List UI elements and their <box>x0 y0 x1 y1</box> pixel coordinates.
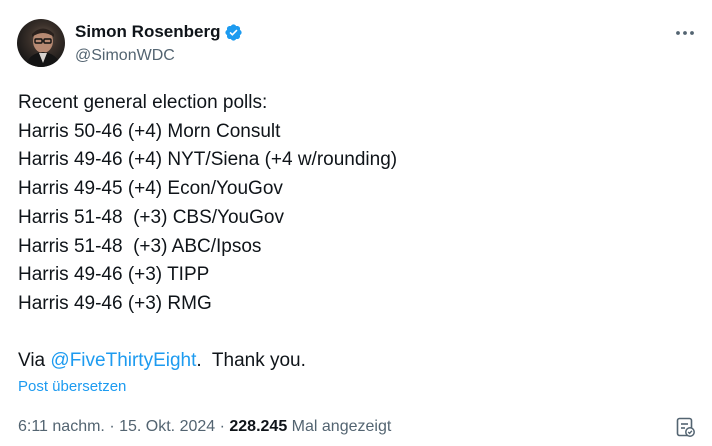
closing-prefix: Via <box>18 350 51 372</box>
display-name[interactable]: Simon Rosenberg <box>75 22 220 42</box>
translate-post-link[interactable]: Post übersetzen <box>18 378 126 395</box>
view-count: 228.245 <box>229 418 288 435</box>
tweet-line: Harris 49-45 (+4) Econ/YouGov <box>18 178 283 200</box>
tweet-line: Harris 49-46 (+4) NYT/Siena (+4 w/roundi… <box>18 149 398 171</box>
tweet-closing-line: Via @FiveThirtyEight. Thank you. <box>18 347 678 376</box>
analytics-button[interactable] <box>674 416 696 438</box>
tweet-text: Recent general election polls: Harris 50… <box>18 89 678 376</box>
tweet-line: Recent general election polls: <box>18 92 268 113</box>
tweet-line: Harris 50-46 (+4) Morn Consult <box>18 120 281 142</box>
tweet-line: Harris 49-46 (+3) RMG <box>18 292 212 314</box>
analytics-icon <box>676 417 695 437</box>
mention-link[interactable]: @FiveThirtyEight <box>50 350 196 371</box>
closing-suffix: . Thank you. <box>196 350 306 372</box>
tweet-card: Simon Rosenberg @SimonWDC Recent general… <box>0 0 712 446</box>
avatar[interactable] <box>17 19 65 67</box>
meta-separator: · <box>215 418 230 435</box>
tweet-line: Harris 51-48 (+3) CBS/YouGov <box>18 206 284 228</box>
profile-photo-icon <box>25 28 61 67</box>
author-handle[interactable]: @SimonWDC <box>75 47 175 65</box>
verified-badge-icon[interactable] <box>224 23 243 42</box>
tweet-line: Harris 49-46 (+3) TIPP <box>18 264 210 286</box>
meta-separator: · <box>104 418 120 435</box>
name-row: Simon Rosenberg <box>75 20 243 44</box>
tweet-time[interactable]: 6:11 nachm. <box>18 418 105 435</box>
tweet-date[interactable]: 15. Okt. 2024 <box>119 418 215 435</box>
views-label: Mal angezeigt <box>287 418 392 435</box>
tweet-meta: 6:11 nachm. · 15. Okt. 2024 · 228.245 Ma… <box>18 418 391 436</box>
more-options-button[interactable] <box>672 20 698 46</box>
more-dots-icon <box>676 31 694 35</box>
tweet-line: Harris 51-48 (+3) ABC/Ipsos <box>18 235 262 257</box>
